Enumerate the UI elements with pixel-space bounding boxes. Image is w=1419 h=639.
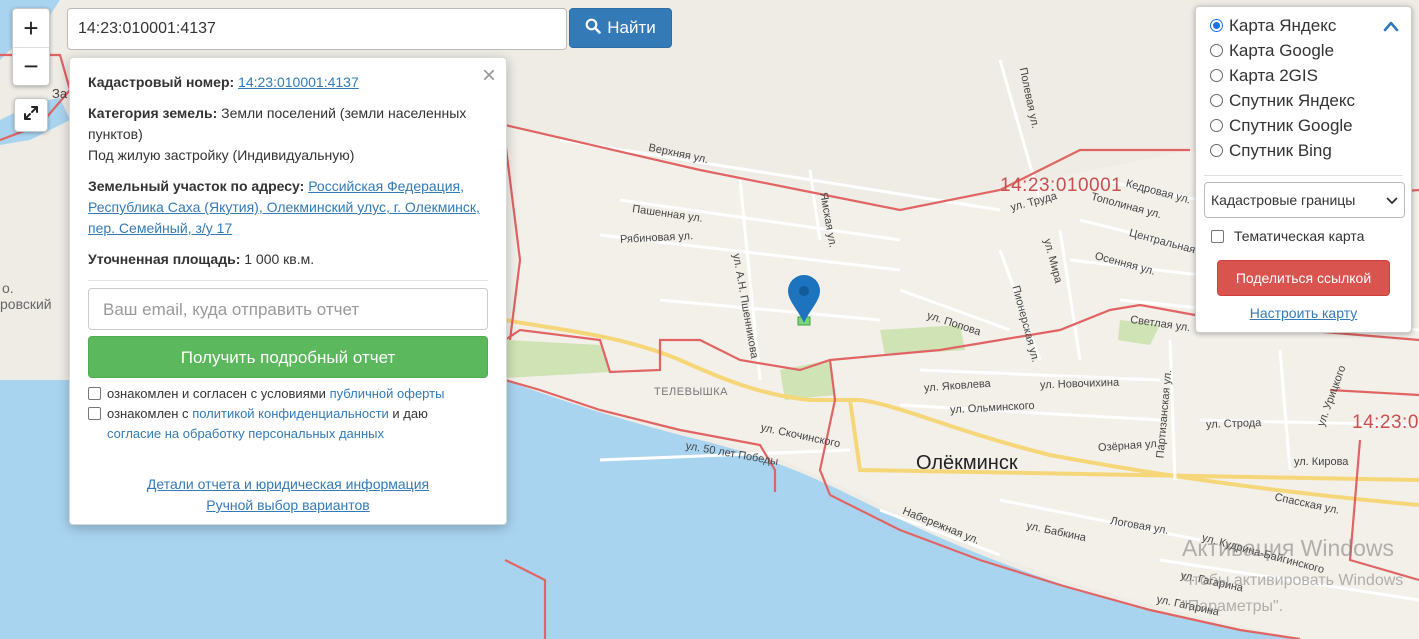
setup-map-link[interactable]: Настроить карту xyxy=(1250,305,1358,321)
street-label: ул. Кирова xyxy=(1294,456,1349,468)
zoom-in-button[interactable]: + xyxy=(13,9,49,47)
layer-option-google-satellite[interactable]: Спутник Google xyxy=(1204,113,1403,138)
offer-checkbox[interactable] xyxy=(88,387,101,400)
expand-icon xyxy=(22,104,40,127)
search-input[interactable] xyxy=(67,8,567,50)
area-row: Уточненная площадь: 1 000 кв.м. xyxy=(88,249,488,270)
cadastral-row: Кадастровый номер: 14:23:010001:4137 xyxy=(88,72,488,93)
manual-selection-link[interactable]: Ручной выбор вариантов xyxy=(206,497,370,513)
street-label: ул. Строда xyxy=(1205,417,1262,431)
share-link-button[interactable]: Поделиться ссылкой xyxy=(1217,260,1390,296)
layer-option-label: Карта 2GIS xyxy=(1229,65,1318,85)
windows-activation-hint: Чтобы активировать Windows "Параметры". xyxy=(1182,568,1403,620)
layer-option-label: Спутник Bing xyxy=(1229,140,1332,160)
offer-agreement-row: ознакомлен и согласен с условиями публич… xyxy=(88,384,488,404)
windows-activation-hint-line: Чтобы активировать Windows xyxy=(1182,572,1404,589)
layer-option-label: Спутник Google xyxy=(1229,115,1353,135)
privacy-agreement-mid: и даю xyxy=(392,406,428,421)
divider xyxy=(1204,175,1403,176)
radio-button[interactable] xyxy=(1210,69,1223,82)
area-label: Уточненная площадь: xyxy=(88,251,241,267)
setup-map-row: Настроить карту xyxy=(1204,305,1403,321)
address-label: Земельный участок по адресу: xyxy=(88,178,305,194)
search-button[interactable]: Найти xyxy=(569,8,672,48)
fullscreen-button[interactable] xyxy=(14,98,48,132)
address-row: Земельный участок по адресу: Российская … xyxy=(88,176,488,239)
zoom-control: + − xyxy=(12,8,50,86)
place-label: о. xyxy=(2,280,14,296)
place-label: ровский xyxy=(0,296,52,312)
close-icon[interactable]: × xyxy=(482,64,496,88)
category-label: Категория земель: xyxy=(88,105,218,121)
thematic-map-checkbox[interactable] xyxy=(1211,229,1224,243)
city-label: Олёкминск xyxy=(916,452,1018,474)
divider xyxy=(88,280,488,281)
layer-option-yandex-satellite[interactable]: Спутник Яндекс xyxy=(1204,88,1403,113)
cadastral-label: Кадастровый номер: xyxy=(88,74,235,90)
radio-button[interactable] xyxy=(1210,44,1223,57)
search-button-label: Найти xyxy=(607,18,656,37)
radio-button[interactable] xyxy=(1210,119,1223,132)
popup-footer-links: Детали отчета и юридическая информация Р… xyxy=(70,474,506,516)
cadastral-block-label: 14:23:0 xyxy=(1352,412,1419,433)
privacy-policy-link[interactable]: политикой конфиденциальности xyxy=(192,406,389,421)
district-label: ТЕЛЕВЫШКА xyxy=(654,386,729,398)
category-row: Категория земель: Земли поселений (земли… xyxy=(88,103,488,166)
layer-option-label: Спутник Яндекс xyxy=(1229,90,1355,110)
report-details-link[interactable]: Детали отчета и юридическая информация xyxy=(147,476,429,492)
windows-activation-watermark: Активация Windows xyxy=(1182,535,1394,561)
zoom-out-button[interactable]: − xyxy=(13,47,49,85)
radio-button[interactable] xyxy=(1210,94,1223,107)
email-field[interactable]: Ваш email, куда отправить отчет xyxy=(88,288,488,330)
offer-agreement-text: ознакомлен и согласен с условиями публич… xyxy=(107,384,444,404)
radio-button[interactable] xyxy=(1210,144,1223,157)
cadastral-number-link[interactable]: 14:23:010001:4137 xyxy=(238,74,359,90)
chevron-down-icon xyxy=(1386,192,1398,208)
privacy-agreement-row: ознакомлен с политикой конфиденциальност… xyxy=(88,404,488,444)
parcel-info-popup: × Кадастровый номер: 14:23:010001:4137 К… xyxy=(69,57,507,525)
thematic-map-row[interactable]: Тематическая карта xyxy=(1204,228,1403,244)
layer-option-label: Карта Google xyxy=(1229,40,1335,60)
overlay-select-value: Кадастровые границы xyxy=(1211,192,1356,208)
place-label: За xyxy=(52,86,68,101)
cadastral-block-label: 14:23:010001 xyxy=(1000,175,1123,196)
offer-agreement-label: ознакомлен и согласен с условиями xyxy=(107,386,326,401)
privacy-agreement-label: ознакомлен с xyxy=(107,406,189,421)
thematic-map-label: Тематическая карта xyxy=(1234,228,1365,244)
layer-option-bing-satellite[interactable]: Спутник Bing xyxy=(1204,138,1403,163)
get-report-button[interactable]: Получить подробный отчет xyxy=(88,336,488,378)
privacy-checkbox[interactable] xyxy=(88,407,101,420)
layer-option-2gis-map[interactable]: Карта 2GIS xyxy=(1204,63,1403,88)
public-offer-link[interactable]: публичной оферты xyxy=(330,386,445,401)
search-icon xyxy=(585,18,602,39)
layer-option-google-map[interactable]: Карта Google xyxy=(1204,38,1403,63)
layer-option-yandex-map[interactable]: Карта Яндекс xyxy=(1204,13,1403,38)
windows-activation-hint-line: "Параметры". xyxy=(1182,598,1284,615)
map-layers-panel: Карта Яндекс Карта Google Карта 2GIS Спу… xyxy=(1195,6,1412,333)
chevron-up-icon[interactable] xyxy=(1383,17,1399,37)
usage-value: Под жилую застройку (Индивидуальную) xyxy=(88,147,355,163)
privacy-agreement-text: ознакомлен с политикой конфиденциальност… xyxy=(107,404,428,444)
area-value: 1 000 кв.м. xyxy=(244,251,315,267)
radio-button[interactable] xyxy=(1210,19,1223,32)
overlay-select[interactable]: Кадастровые границы xyxy=(1204,182,1405,218)
personal-data-consent-link[interactable]: согласие на обработку персональных данны… xyxy=(107,426,384,441)
layer-option-label: Карта Яндекс xyxy=(1229,15,1337,35)
